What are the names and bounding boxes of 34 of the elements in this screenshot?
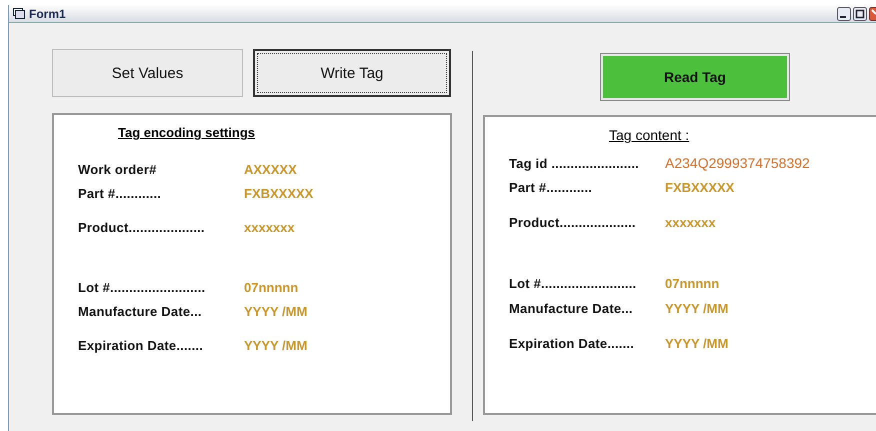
read-tag-button[interactable]: Read Tag	[601, 54, 789, 100]
field-value: YYYY /MM	[244, 304, 308, 319]
maximize-icon[interactable]	[853, 6, 867, 20]
field-value: 07nnnnn	[665, 276, 720, 291]
field-value: YYYY /MM	[665, 336, 728, 351]
tab-button[interactable]: Set Values	[52, 49, 243, 97]
field-value: YYYY /MM	[244, 338, 308, 353]
field-label: Lot #.........................	[78, 280, 206, 295]
panel-title: Tag content :	[609, 127, 690, 143]
panel-title: Tag encoding settings	[118, 125, 256, 140]
window-icon	[13, 8, 25, 19]
field-label: Manufacture Date...	[509, 301, 634, 316]
minimize-icon[interactable]	[837, 6, 851, 20]
field-value: A234Q2999374758392	[665, 155, 810, 171]
field-label: Expiration Date.......	[78, 338, 204, 353]
field-label: Manufacture Date...	[78, 304, 203, 319]
field-value: FXBXXXXX	[665, 180, 734, 195]
field-value: xxxxxxx	[665, 215, 716, 230]
field-label: Part #............	[509, 180, 594, 195]
field-value: xxxxxxx	[244, 220, 295, 235]
window-title: Form1	[29, 6, 66, 20]
field-value: 07nnnnn	[244, 280, 298, 295]
field-label: Product....................	[509, 215, 637, 230]
close-icon[interactable]	[869, 6, 876, 20]
tab-button[interactable]: Write Tag	[253, 49, 451, 97]
field-value: YYYY /MM	[665, 301, 728, 316]
field-label: Tag id .......................	[509, 156, 640, 171]
field-label: Lot #.........................	[509, 276, 638, 291]
field-label: Expiration Date.......	[509, 336, 636, 351]
field-value: FXBXXXXX	[244, 186, 314, 201]
field-label: Work order#	[78, 162, 158, 177]
field-label: Part #............	[78, 186, 162, 201]
field-value: AXXXXX	[244, 162, 297, 177]
field-label: Product....................	[78, 220, 206, 235]
